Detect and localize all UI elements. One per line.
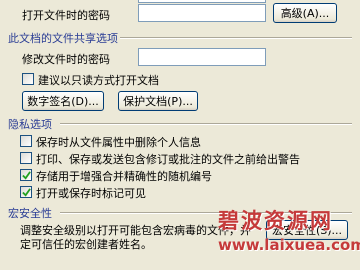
clipped-textbox (138, 0, 266, 3)
modify-password-input[interactable] (138, 48, 266, 66)
privacy-label-random-number: 存储用于增强合并精确性的随机编号 (36, 170, 212, 183)
privacy-label-remove-personal-info: 保存时从文件属性中删除个人信息 (36, 136, 201, 149)
open-password-label: 打开文件时的密码 (22, 9, 110, 22)
privacy-label-markup-visible: 打开或保存时标记可见 (36, 187, 146, 200)
checkmark-icon (21, 187, 31, 197)
sharing-options-title: 此文档的文件共享选项 (8, 32, 118, 45)
read-only-checkbox[interactable] (22, 73, 34, 85)
checkmark-icon (21, 170, 31, 180)
privacy-label-warn-before-print: 打印、保存或发送包含修订或批注的文件之前给出警告 (36, 153, 300, 166)
macro-security-title: 宏安全性 (8, 207, 52, 220)
privacy-title: 隐私选项 (8, 118, 52, 131)
privacy-checkbox-remove-personal-info[interactable] (20, 135, 32, 147)
watermark-url: www.laixuea.com (218, 236, 360, 254)
digital-signature-button[interactable]: 数字签名(D)... (22, 91, 104, 111)
privacy-checkbox-random-number[interactable] (20, 169, 32, 181)
privacy-checkbox-markup-visible[interactable] (20, 186, 32, 198)
sharing-options-divider (120, 37, 352, 39)
privacy-checkbox-warn-before-print[interactable] (20, 152, 32, 164)
open-password-input[interactable] (138, 4, 266, 22)
advanced-button[interactable]: 高级(A)... (273, 3, 337, 23)
read-only-label: 建议以只读方式打开文档 (38, 74, 159, 87)
watermark-site-name: 碧波资源网 (218, 208, 333, 233)
modify-password-label: 修改文件时的密码 (22, 53, 110, 66)
macro-description-line2: 定可信任的宏创建者姓名。 (20, 238, 152, 251)
privacy-divider (60, 123, 352, 125)
protect-document-button[interactable]: 保护文档(P)... (118, 91, 198, 111)
